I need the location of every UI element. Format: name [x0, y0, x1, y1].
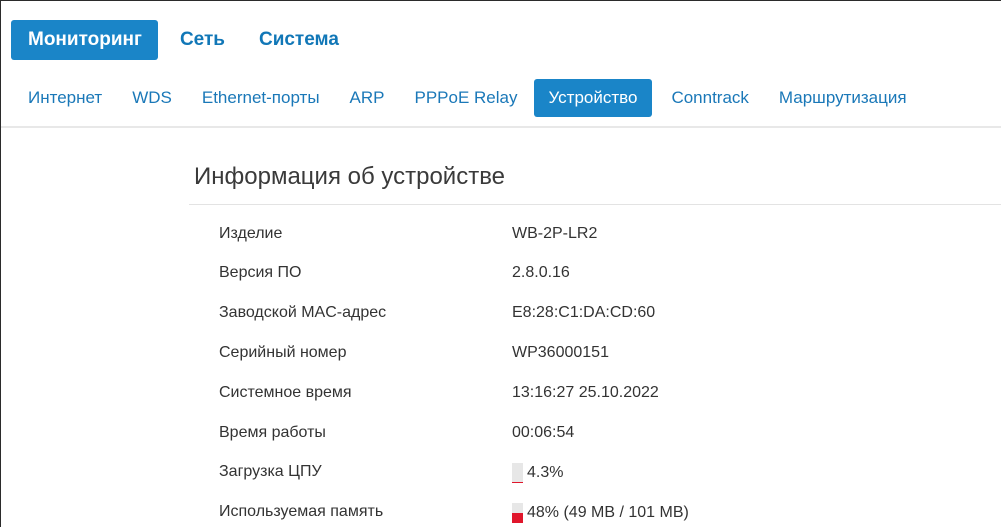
top-tab-monitoring[interactable]: Мониторинг	[11, 20, 158, 60]
sub-tab-arp[interactable]: ARP	[336, 79, 396, 117]
row-value-text: 48% (49 MB / 101 MB)	[527, 504, 689, 521]
sub-tab-conntrack[interactable]: Conntrack	[657, 79, 759, 117]
memory-usage-meter	[512, 503, 523, 523]
sub-tab-pppoe-relay[interactable]: PPPoE Relay	[401, 79, 529, 117]
row-value-text: 2.8.0.16	[512, 264, 570, 281]
panel-title: Информация об устройстве	[194, 163, 506, 190]
sub-tab-routing[interactable]: Маршрутизация	[765, 79, 918, 117]
row-label: Время работы	[219, 424, 326, 441]
row-label: Используемая память	[219, 503, 384, 520]
panel-title-rule	[189, 204, 1001, 205]
row-value: WP36000151	[512, 344, 609, 362]
sub-tab-ethernet-ports[interactable]: Ethernet-порты	[188, 79, 331, 117]
row-value-text: 13:16:27 25.10.2022	[512, 384, 659, 401]
row-value: 48% (49 MB / 101 MB)	[512, 503, 689, 523]
row-label: Изделие	[219, 225, 283, 242]
top-nav: Мониторинг Сеть Система	[11, 20, 361, 60]
sub-nav: Интернет WDS Ethernet-порты ARP PPPoE Re…	[14, 78, 923, 118]
row-label: Заводской MAC-адрес	[219, 304, 387, 321]
sub-tab-wds[interactable]: WDS	[118, 79, 183, 117]
row-label: Версия ПО	[219, 264, 302, 281]
cpu-load-meter-fill	[512, 482, 523, 483]
row-value-text: 00:06:54	[512, 424, 575, 441]
window-left-border	[0, 0, 1, 527]
window-top-border	[0, 0, 1001, 1]
row-value-text: E8:28:C1:DA:CD:60	[512, 304, 656, 321]
row-value: 00:06:54	[512, 424, 574, 442]
sub-tab-device[interactable]: Устройство	[533, 79, 653, 117]
sub-tab-internet[interactable]: Интернет	[14, 79, 113, 117]
row-label: Системное время	[219, 384, 352, 401]
top-tab-network[interactable]: Сеть	[168, 20, 237, 60]
row-value: 2.8.0.16	[512, 264, 570, 282]
row-label: Загрузка ЦПУ	[219, 463, 322, 480]
row-label: Серийный номер	[219, 344, 347, 361]
top-tab-system[interactable]: Система	[247, 20, 351, 60]
row-value: 4.3%	[512, 463, 563, 483]
row-value: 13:16:27 25.10.2022	[512, 384, 659, 402]
row-value: WB-2P-LR2	[512, 225, 597, 243]
row-value-text: WP36000151	[512, 344, 609, 361]
nav-divider	[1, 126, 1001, 128]
memory-usage-meter-fill	[512, 513, 523, 523]
row-value-text: 4.3%	[527, 464, 564, 481]
cpu-load-meter	[512, 463, 523, 483]
row-value-text: WB-2P-LR2	[512, 225, 598, 242]
row-value: E8:28:C1:DA:CD:60	[512, 304, 655, 322]
